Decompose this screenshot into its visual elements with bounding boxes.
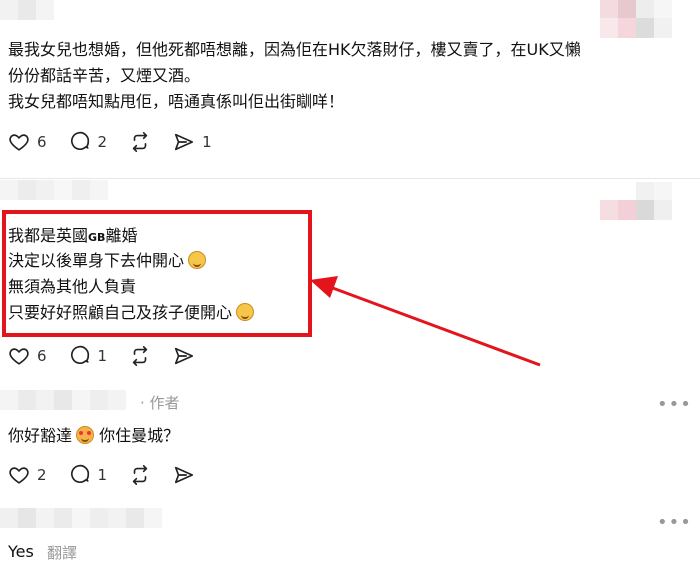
- reply1-comment-button[interactable]: 1: [69, 464, 108, 486]
- blurred-avatar-top-right: [600, 0, 672, 20]
- comment-icon: [70, 464, 89, 483]
- blurred-avatar-post2-b: [600, 200, 672, 220]
- reply2-text: Yes: [8, 542, 34, 561]
- blurred-username-post2: [0, 180, 108, 200]
- more-options-icon[interactable]: •••: [657, 512, 692, 533]
- reply1-text-post: 你住曼城？: [94, 426, 180, 445]
- repost-icon: [132, 465, 148, 485]
- heart-icon: [9, 348, 29, 365]
- blurred-avatar-post2: [600, 182, 672, 202]
- post2-like-count: 6: [37, 347, 47, 365]
- reply1-share-button[interactable]: [173, 464, 195, 486]
- reply1-text: 你好豁達 你住曼城？: [8, 423, 179, 449]
- heart-icon: [9, 467, 29, 484]
- blurred-username-top: [0, 0, 54, 20]
- post1-share-count: 1: [202, 133, 212, 151]
- post2-comment-button[interactable]: 1: [69, 345, 108, 367]
- post1-like-button[interactable]: 6: [8, 131, 47, 153]
- reply1-like-count: 2: [37, 466, 47, 484]
- reply1-like-button[interactable]: 2: [8, 464, 47, 486]
- more-options-icon[interactable]: •••: [657, 394, 692, 415]
- share-icon: [175, 347, 194, 365]
- blurred-avatar-top-right-2: [600, 18, 672, 38]
- post1-share-button[interactable]: 1: [173, 131, 212, 153]
- post1-text-line-3: 我女兒都唔知點甩佢，唔通真係叫佢出街瞓咩！: [8, 92, 345, 111]
- post1-comment-button[interactable]: 2: [69, 131, 108, 153]
- post1-text-line-1: 最我女兒也想婚，但他死都唔想離，因為佢在HK欠落財仔，樓又賣了，在UK又懶: [8, 40, 581, 59]
- share-icon: [175, 466, 194, 484]
- smiling-face-with-hearts-icon: [76, 426, 95, 444]
- author-tag: · 作者: [140, 394, 180, 412]
- blurred-username-reply1: [0, 390, 126, 410]
- red-arrow-icon: [310, 276, 541, 367]
- repost-icon: [132, 132, 148, 152]
- post1-comment-count: 2: [97, 133, 108, 151]
- post2-comment-count: 1: [97, 347, 108, 365]
- repost-icon: [132, 346, 148, 366]
- post1-like-count: 6: [37, 133, 47, 151]
- post2-like-button[interactable]: 6: [8, 345, 47, 367]
- reply1-repost-button[interactable]: [129, 464, 151, 486]
- post1-actions: 6 2 1: [8, 131, 234, 153]
- reply1-actions: 2 1: [8, 464, 217, 486]
- heart-icon: [9, 134, 29, 151]
- post2-repost-button[interactable]: [129, 345, 151, 367]
- reply1-text-pre: 你好豁達: [8, 426, 73, 445]
- blurred-username-reply2: [0, 508, 162, 528]
- post1-text-line-2: 份份都話辛苦，又煙又酒。: [8, 66, 201, 85]
- reply1-comment-count: 1: [97, 466, 108, 484]
- post-divider: [0, 178, 700, 179]
- comment-icon: [70, 131, 89, 150]
- post1-repost-button[interactable]: [129, 131, 151, 153]
- red-highlight-box: [2, 210, 312, 337]
- translate-link[interactable]: 翻譯: [47, 541, 77, 565]
- comment-icon: [70, 345, 89, 364]
- post2-actions: 6 1: [8, 345, 217, 367]
- share-icon: [175, 133, 194, 151]
- post2-share-button[interactable]: [173, 345, 195, 367]
